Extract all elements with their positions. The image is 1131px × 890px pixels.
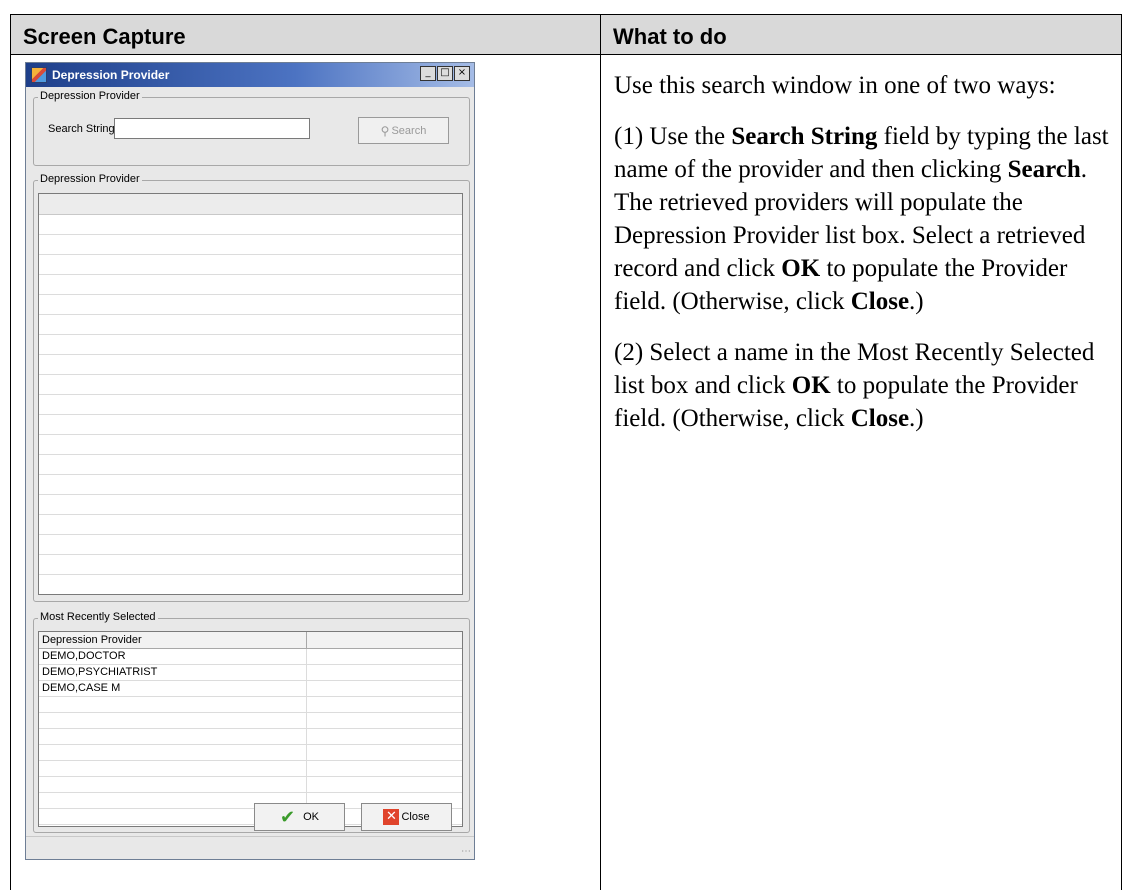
provider-results-list[interactable] [38,193,463,595]
recent-providers-list[interactable]: Depression Provider DEMO,DOCTOR DEMO,PSY… [38,631,463,827]
table-row[interactable] [39,729,462,745]
close-button-label: Close [401,811,430,823]
ok-button[interactable]: ✔ OK [254,803,345,831]
instruction-step-2: (2) Select a name in the Most Recently S… [614,339,1095,432]
instructions: Use this search window in one of two way… [601,55,1121,435]
list-item[interactable] [39,495,462,515]
results-group: Depression Provider [33,173,470,602]
header-screen-capture: Screen Capture [10,14,601,55]
list-item[interactable] [39,455,462,475]
list-item[interactable] [39,275,462,295]
search-group: Depression Provider Search String ⚲ Sear… [33,90,470,166]
depression-provider-dialog: Depression Provider _ □ × Depression Pro… [25,62,475,860]
ok-button-label: OK [303,811,319,823]
title-bar[interactable]: Depression Provider _ □ × [26,63,474,87]
search-string-label: Search String [48,123,115,135]
empty-cell [39,729,307,744]
empty-cell [39,745,307,760]
list-item[interactable] [39,535,462,555]
list-item[interactable] [39,475,462,495]
list-item[interactable] [39,555,462,575]
minimize-button[interactable]: _ [420,66,436,81]
recent-list-header: Depression Provider [39,632,462,649]
empty-cell [39,761,307,776]
empty-cell [39,713,307,728]
recent-group-label: Most Recently Selected [38,611,158,623]
list-item[interactable] [39,515,462,535]
search-button[interactable]: ⚲ Search [358,117,449,144]
provider-name: DEMO,CASE M [39,681,307,696]
list-item[interactable] [39,435,462,455]
list-item[interactable] [39,575,462,594]
app-icon [31,67,47,83]
close-button[interactable]: ✕ Close [361,803,452,831]
table-row[interactable] [39,697,462,713]
results-group-label: Depression Provider [38,173,142,185]
list-item[interactable] [39,335,462,355]
list-item[interactable] [39,315,462,335]
column-header-depression-provider[interactable]: Depression Provider [39,632,307,648]
window-controls: _ □ × [419,66,470,81]
provider-name: DEMO,PSYCHIATRIST [39,665,307,680]
list-item[interactable] [39,295,462,315]
empty-cell [39,697,307,712]
what-to-do-cell: Use this search window in one of two way… [600,54,1122,890]
recent-group: Most Recently Selected Depression Provid… [33,611,470,833]
list-item[interactable] [39,255,462,275]
table-row[interactable] [39,777,462,793]
maximize-button[interactable]: □ [437,66,453,81]
search-button-label: Search [391,124,427,137]
instruction-step-1: (1) Use the Search String field by typin… [614,123,1109,315]
table-row[interactable] [39,761,462,777]
resize-grip-icon[interactable]: ⋯ [461,846,471,857]
dialog-title: Depression Provider [52,68,170,82]
close-x-icon: ✕ [383,809,400,825]
table-row[interactable]: DEMO,DOCTOR [39,649,462,665]
instruction-intro: Use this search window in one of two way… [614,72,1056,99]
empty-cell [39,777,307,792]
list-item[interactable] [39,235,462,255]
results-list-header [39,194,462,215]
list-item[interactable] [39,415,462,435]
close-window-button[interactable]: × [454,66,470,81]
table-row[interactable]: DEMO,CASE M [39,681,462,697]
search-group-label: Depression Provider [38,90,142,102]
list-item[interactable] [39,355,462,375]
list-item[interactable] [39,215,462,235]
provider-name: DEMO,DOCTOR [39,649,307,664]
table-row[interactable] [39,713,462,729]
table-row[interactable] [39,745,462,761]
checkmark-icon: ✔ [280,806,296,828]
search-string-input[interactable] [114,118,310,139]
list-item[interactable] [39,395,462,415]
status-bar: ⋯ [26,836,474,859]
header-what-to-do: What to do [600,14,1122,55]
table-row[interactable]: DEMO,PSYCHIATRIST [39,665,462,681]
list-item[interactable] [39,375,462,395]
search-icon: ⚲ [380,123,390,138]
